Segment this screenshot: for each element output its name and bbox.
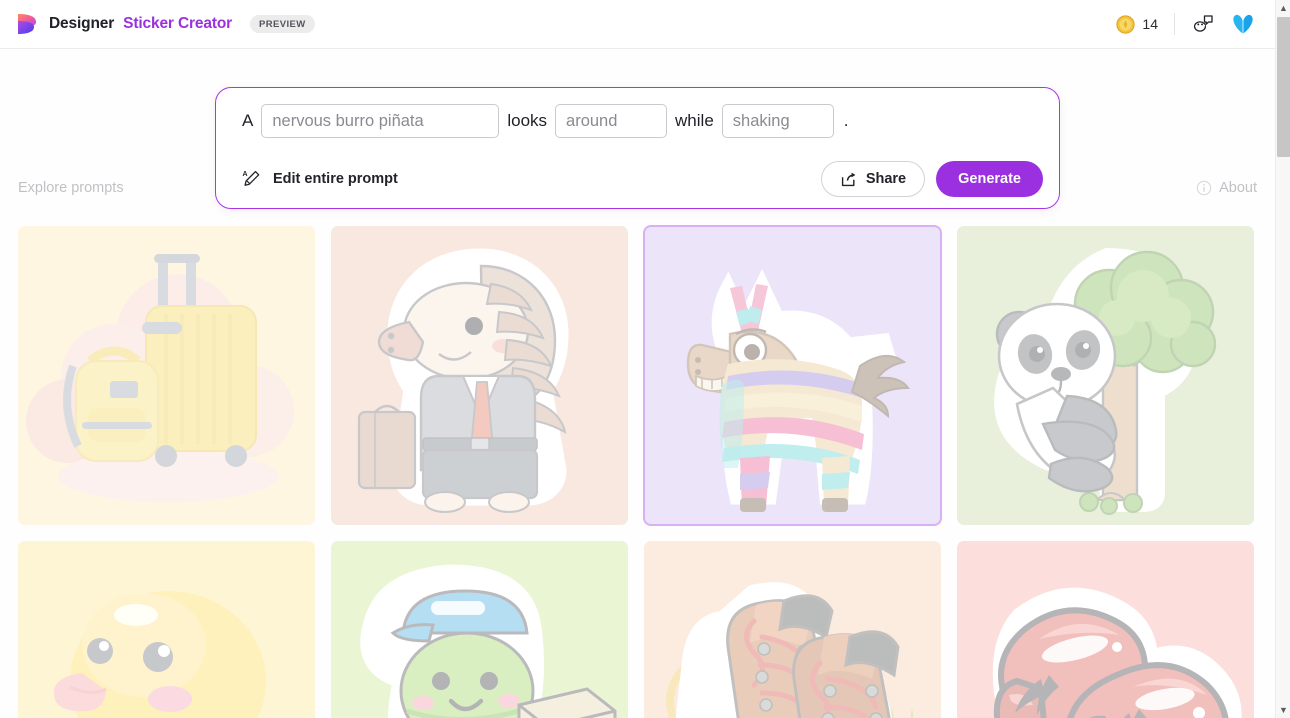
feedback-icon <box>1192 14 1214 34</box>
feedback-button[interactable] <box>1183 8 1223 40</box>
prompt-period: . <box>843 111 849 130</box>
about-button[interactable]: About <box>1196 180 1257 196</box>
prompt-connector-one: looks <box>507 111 548 130</box>
prompt-buttons: Share Generate <box>820 161 1043 197</box>
profile-button[interactable] <box>1227 9 1259 39</box>
about-label: About <box>1219 180 1257 196</box>
gallery-tile-hiking-boots[interactable] <box>644 541 941 718</box>
gallery-tile-caterpillar[interactable] <box>331 541 628 718</box>
scroll-up-arrow-icon[interactable]: ▲ <box>1276 0 1290 16</box>
prompt-builder-card: A nervous burro piñata looks around whil… <box>215 87 1060 209</box>
prompt-modifier-input[interactable]: shaking <box>721 104 834 138</box>
prompt-subject-input[interactable]: nervous burro piñata <box>261 104 500 138</box>
prompt-lead-word: A <box>242 111 254 130</box>
gallery-tile-pangolin[interactable] <box>331 226 628 525</box>
caterpillar-sticker-art <box>360 564 617 718</box>
credits-count: 14 <box>1142 16 1158 32</box>
header-divider <box>1174 13 1175 35</box>
header-actions: 14 <box>1116 8 1259 40</box>
edit-entire-prompt-button[interactable]: A Edit entire prompt <box>242 169 398 189</box>
generate-button[interactable]: Generate <box>936 161 1043 197</box>
app-name: Sticker Creator <box>123 15 233 32</box>
edit-prompt-icon: A <box>242 169 262 189</box>
hiking-boots-sticker-art <box>666 582 914 718</box>
gallery-tile-boxing-gloves[interactable] <box>957 541 1254 718</box>
preview-badge: PREVIEW <box>250 15 315 33</box>
edit-entire-prompt-label: Edit entire prompt <box>273 171 398 187</box>
sticker-gallery-grid <box>18 225 1258 718</box>
butterfly-logo-icon <box>1231 13 1255 35</box>
prompt-connector-two: while <box>675 111 714 130</box>
gallery-tile-panda[interactable] <box>957 226 1254 525</box>
rubber-duck-sticker-art <box>53 591 266 718</box>
gallery-tile-luggage[interactable] <box>18 226 315 525</box>
share-icon <box>840 171 857 188</box>
prompt-actions-row: A Edit entire prompt Share Generate <box>216 150 1059 208</box>
scrollbar-thumb[interactable] <box>1277 17 1290 157</box>
panda-sticker-art <box>994 247 1217 515</box>
app-header: Designer Sticker Creator PREVIEW 14 <box>0 0 1275 49</box>
designer-logo-icon <box>14 11 40 37</box>
prompt-action-input[interactable]: around <box>555 104 668 138</box>
share-button[interactable]: Share <box>820 161 926 197</box>
share-label: Share <box>865 171 907 187</box>
pangolin-sticker-art <box>357 248 569 513</box>
brand-name: Designer <box>49 15 115 32</box>
coin-icon <box>1116 14 1136 34</box>
sticker-creator-page: Designer Sticker Creator PREVIEW 14 Expl… <box>0 0 1290 718</box>
scroll-down-arrow-icon[interactable]: ▼ <box>1276 702 1290 718</box>
prompt-madlib-line: A nervous burro piñata looks around whil… <box>216 88 1059 138</box>
credits-indicator[interactable]: 14 <box>1116 14 1174 34</box>
svg-text:A: A <box>243 171 248 178</box>
info-icon <box>1196 180 1212 196</box>
explore-prompts-label[interactable]: Explore prompts <box>18 180 124 196</box>
luggage-sticker-art <box>26 254 294 502</box>
gallery-tile-rubber-duck[interactable] <box>18 541 315 718</box>
brand-group[interactable]: Designer Sticker Creator PREVIEW <box>14 11 315 37</box>
page-scrollbar[interactable]: ▲ ▼ <box>1275 0 1290 718</box>
gallery-tile-pinata[interactable] <box>643 225 942 526</box>
pinata-sticker-art <box>686 269 910 512</box>
boxing-gloves-sticker-art <box>992 587 1242 718</box>
